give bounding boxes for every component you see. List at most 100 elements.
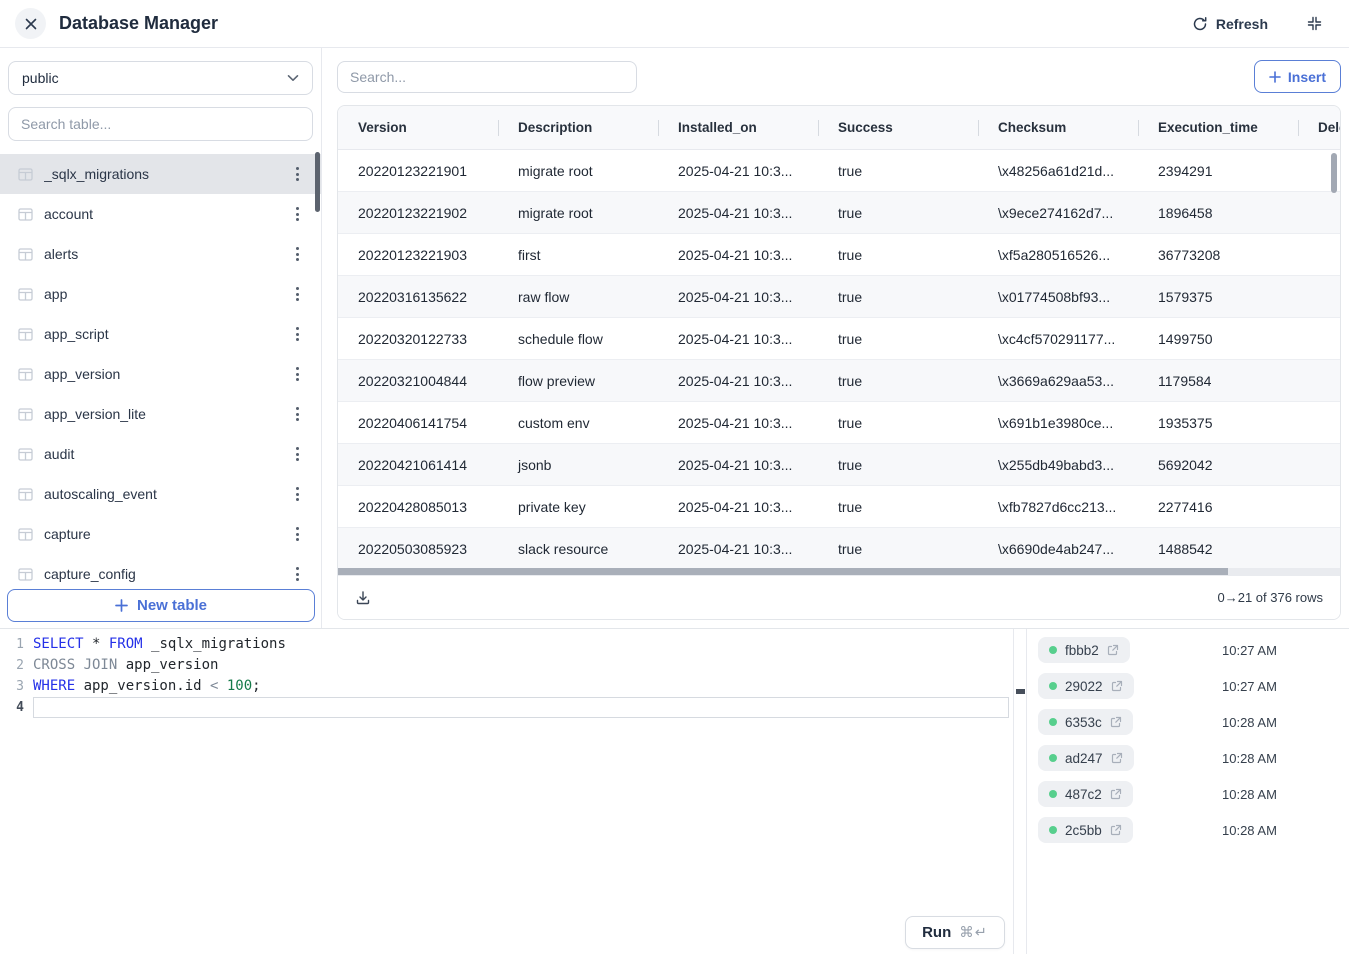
- close-button[interactable]: [15, 8, 46, 39]
- external-link-icon[interactable]: [1111, 752, 1123, 764]
- page-title: Database Manager: [59, 13, 218, 34]
- kebab-menu-icon[interactable]: [292, 563, 303, 585]
- kebab-menu-icon[interactable]: [292, 523, 303, 545]
- result-pill-6353c[interactable]: 6353c: [1038, 709, 1133, 735]
- download-button[interactable]: [355, 590, 371, 606]
- grid-search-input[interactable]: [337, 61, 637, 93]
- kebab-menu-icon[interactable]: [292, 323, 303, 345]
- refresh-button[interactable]: Refresh: [1192, 16, 1268, 32]
- code-line-4[interactable]: 4: [0, 697, 1013, 718]
- table-row[interactable]: 20220321004844flow preview2025-04-21 10:…: [338, 360, 1340, 402]
- cell-success: true: [838, 444, 862, 486]
- code-text: SELECT * FROM _sqlx_migrations: [33, 634, 1009, 655]
- kebab-menu-icon[interactable]: [292, 163, 303, 185]
- sidebar-item-app[interactable]: app: [0, 274, 321, 314]
- result-pill-ad247[interactable]: ad247: [1038, 745, 1134, 771]
- cell-checksum: \x3669a629aa53...: [998, 360, 1114, 402]
- table-row[interactable]: 20220503085923slack resource2025-04-21 1…: [338, 528, 1340, 568]
- sidebar-item-_sqlx_migrations[interactable]: _sqlx_migrations: [0, 154, 321, 194]
- run-button[interactable]: Run ⌘↵: [905, 916, 1005, 949]
- table-name: app: [44, 286, 281, 302]
- grid-vertical-scrollbar[interactable]: [1331, 153, 1337, 193]
- kebab-menu-icon[interactable]: [292, 443, 303, 465]
- line-number: 2: [0, 655, 33, 676]
- sidebar-item-app_script[interactable]: app_script: [0, 314, 321, 354]
- column-header-checksum[interactable]: Checksum: [998, 106, 1066, 150]
- run-label: Run: [922, 924, 951, 941]
- cell-description: private key: [518, 486, 586, 528]
- code-line-2[interactable]: 2CROSS JOIN app_version: [0, 655, 1013, 676]
- sidebar-item-audit[interactable]: audit: [0, 434, 321, 474]
- column-header-deleted[interactable]: Deleted: [1318, 106, 1341, 150]
- code-line-3[interactable]: 3WHERE app_version.id < 100;: [0, 676, 1013, 697]
- external-link-icon[interactable]: [1110, 788, 1122, 800]
- sidebar-item-capture[interactable]: capture: [0, 514, 321, 554]
- kebab-menu-icon[interactable]: [292, 483, 303, 505]
- cell-execution_time: 1896458: [1158, 192, 1213, 234]
- editor-scrollbar[interactable]: [1014, 629, 1027, 954]
- sidebar-item-alerts[interactable]: alerts: [0, 234, 321, 274]
- sidebar-item-app_version_lite[interactable]: app_version_lite: [0, 394, 321, 434]
- cell-version: 20220406141754: [358, 402, 467, 444]
- column-header-success[interactable]: Success: [838, 106, 893, 150]
- table-row[interactable]: 20220123221901migrate root2025-04-21 10:…: [338, 150, 1340, 192]
- column-header-execution_time[interactable]: Execution_time: [1158, 106, 1258, 150]
- status-dot: [1049, 646, 1057, 654]
- table-row[interactable]: 20220316135622raw flow2025-04-21 10:3...…: [338, 276, 1340, 318]
- result-pill-2c5bb[interactable]: 2c5bb: [1038, 817, 1133, 843]
- cell-execution_time: 2394291: [1158, 150, 1213, 192]
- sidebar-item-capture_config[interactable]: capture_config: [0, 554, 321, 594]
- schema-select[interactable]: public: [8, 61, 313, 95]
- column-header-description[interactable]: Description: [518, 106, 592, 150]
- new-table-button[interactable]: New table: [7, 589, 315, 622]
- table-icon: [18, 368, 33, 381]
- status-dot: [1049, 826, 1057, 834]
- table-name: app_version_lite: [44, 406, 281, 422]
- external-link-icon[interactable]: [1107, 644, 1119, 656]
- table-search-input[interactable]: [8, 107, 313, 141]
- kebab-menu-icon[interactable]: [292, 243, 303, 265]
- column-header-version[interactable]: Version: [358, 106, 407, 150]
- kebab-menu-icon[interactable]: [292, 203, 303, 225]
- table-row[interactable]: 20220421061414jsonb2025-04-21 10:3...tru…: [338, 444, 1340, 486]
- code-text: CROSS JOIN app_version: [33, 655, 1009, 676]
- result-id: ad247: [1065, 751, 1103, 766]
- table-row[interactable]: 20220406141754custom env2025-04-21 10:3.…: [338, 402, 1340, 444]
- external-link-icon[interactable]: [1110, 824, 1122, 836]
- sidebar-scrollbar[interactable]: [315, 152, 320, 212]
- plus-icon: [115, 599, 128, 612]
- column-header-installed_on[interactable]: Installed_on: [678, 106, 757, 150]
- kebab-menu-icon[interactable]: [292, 283, 303, 305]
- external-link-icon[interactable]: [1110, 716, 1122, 728]
- insert-button[interactable]: Insert: [1254, 60, 1341, 93]
- cell-execution_time: 5692042: [1158, 444, 1213, 486]
- table-name: account: [44, 206, 281, 222]
- cell-installed_on: 2025-04-21 10:3...: [678, 402, 792, 444]
- sql-editor[interactable]: 1SELECT * FROM _sqlx_migrations2CROSS JO…: [0, 629, 1014, 954]
- cell-version: 20220123221901: [358, 150, 467, 192]
- table-row[interactable]: 20220123221903first2025-04-21 10:3...tru…: [338, 234, 1340, 276]
- sidebar-item-account[interactable]: account: [0, 194, 321, 234]
- result-row: 487c210:28 AM: [1028, 776, 1349, 812]
- sidebar-item-autoscaling_event[interactable]: autoscaling_event: [0, 474, 321, 514]
- cell-checksum: \xf5a280516526...: [998, 234, 1110, 276]
- cell-execution_time: 1935375: [1158, 402, 1213, 444]
- cell-installed_on: 2025-04-21 10:3...: [678, 234, 792, 276]
- cell-execution_time: 1579375: [1158, 276, 1213, 318]
- cell-installed_on: 2025-04-21 10:3...: [678, 528, 792, 568]
- cell-success: true: [838, 528, 862, 568]
- external-link-icon[interactable]: [1111, 680, 1123, 692]
- compress-button[interactable]: [1306, 15, 1323, 32]
- result-pill-487c2[interactable]: 487c2: [1038, 781, 1133, 807]
- table-row[interactable]: 20220123221902migrate root2025-04-21 10:…: [338, 192, 1340, 234]
- table-row[interactable]: 20220428085013private key2025-04-21 10:3…: [338, 486, 1340, 528]
- grid-horizontal-scrollbar[interactable]: [338, 568, 1340, 576]
- result-pill-29022[interactable]: 29022: [1038, 673, 1134, 699]
- kebab-menu-icon[interactable]: [292, 363, 303, 385]
- kebab-menu-icon[interactable]: [292, 403, 303, 425]
- code-line-1[interactable]: 1SELECT * FROM _sqlx_migrations: [0, 634, 1013, 655]
- cell-description: first: [518, 234, 541, 276]
- table-row[interactable]: 20220320122733schedule flow2025-04-21 10…: [338, 318, 1340, 360]
- result-pill-fbbb2[interactable]: fbbb2: [1038, 637, 1130, 663]
- sidebar-item-app_version[interactable]: app_version: [0, 354, 321, 394]
